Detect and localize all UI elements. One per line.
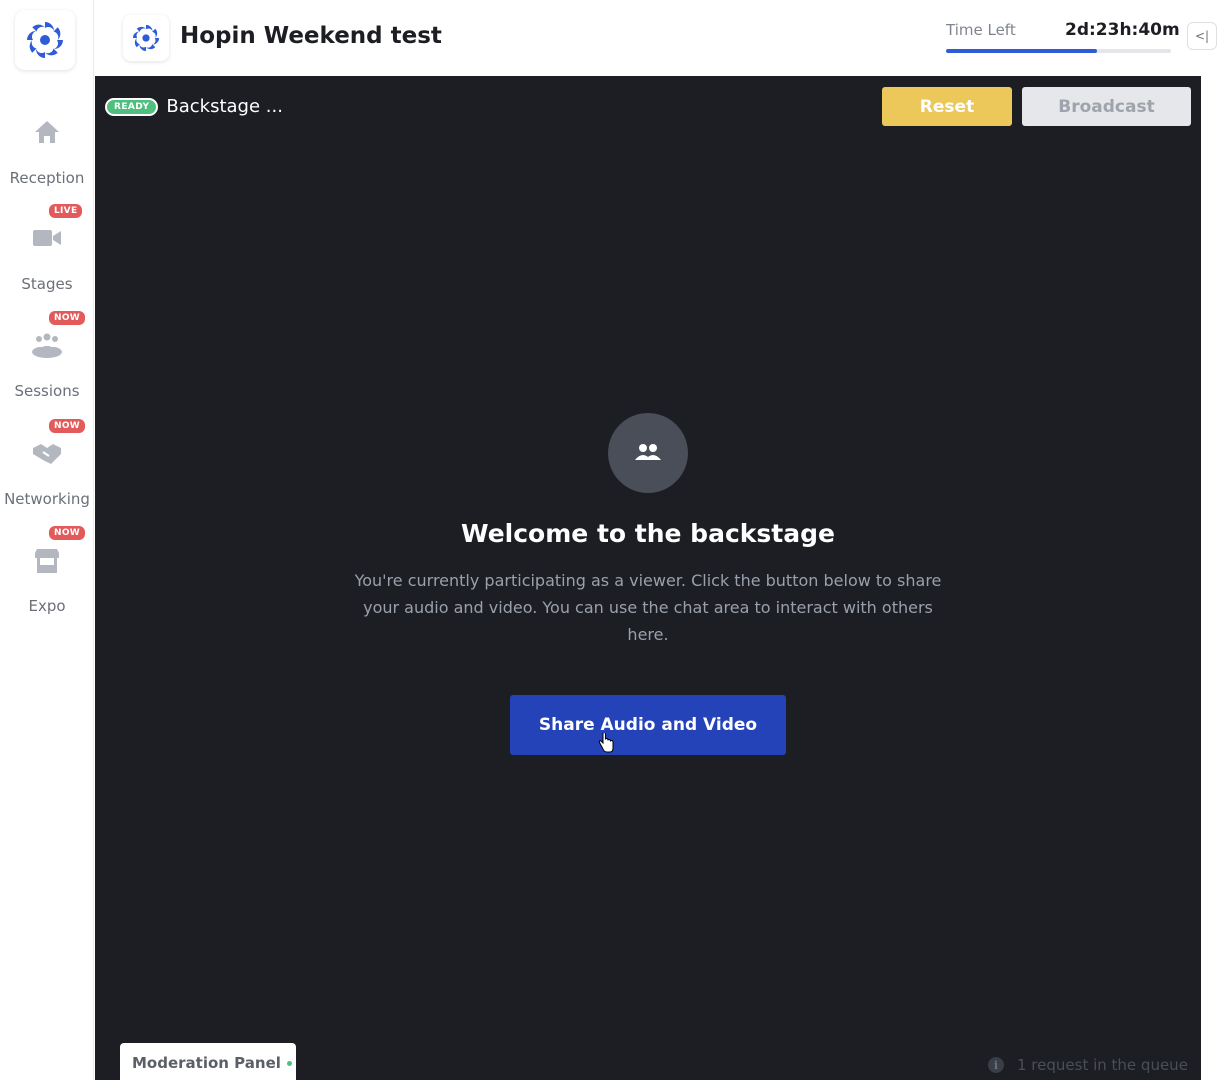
status-dot <box>286 1060 292 1066</box>
handshake-icon: NOW <box>27 417 88 473</box>
event-logo-icon <box>123 15 169 61</box>
welcome-title: Welcome to the backstage <box>461 519 835 548</box>
welcome-description: You're currently participating as a view… <box>354 571 942 644</box>
right-panel-edge <box>1201 76 1218 1080</box>
live-badge: LIVE <box>47 202 85 220</box>
sidebar-item-label: Sessions <box>14 382 80 400</box>
people-group-icon: NOW <box>27 309 88 365</box>
video-camera-icon: LIVE <box>27 202 85 258</box>
sidebar-item-expo[interactable]: NOW Expo <box>0 524 94 615</box>
share-audio-video-button[interactable]: Share Audio and Video <box>510 695 786 755</box>
now-badge: NOW <box>47 417 88 435</box>
hand-cursor-icon <box>598 731 614 758</box>
time-progress-fill <box>946 49 1097 53</box>
booth-icon: NOW <box>27 524 88 580</box>
reset-button[interactable]: Reset <box>882 87 1012 126</box>
sidebar: Reception LIVE Stages NOW Sessions NOW N… <box>0 0 94 1080</box>
sidebar-item-label: Expo <box>28 597 66 615</box>
event-header: Hopin Weekend test Time Left 2d:23h:40m … <box>95 0 1218 76</box>
moderation-panel-tab[interactable]: Moderation Panel <box>120 1043 296 1080</box>
sidebar-item-reception[interactable]: Reception <box>0 112 94 187</box>
ready-badge: READY <box>105 97 159 116</box>
sidebar-item-label: Networking <box>4 490 90 508</box>
sidebar-item-stages[interactable]: LIVE Stages <box>0 202 94 293</box>
sidebar-item-label: Stages <box>21 275 73 293</box>
sidebar-item-label: Reception <box>9 169 85 187</box>
stage-status: READY Backstage ... <box>105 96 283 117</box>
now-badge: NOW <box>47 309 88 327</box>
queue-text: 1 request in the queue <box>1017 1056 1188 1074</box>
time-left-label: Time Left <box>946 21 1016 39</box>
queue-status: i 1 request in the queue <box>988 1056 1188 1074</box>
sidebar-item-networking[interactable]: NOW Networking <box>0 417 94 508</box>
collapse-panel-button[interactable]: <| <box>1187 22 1217 50</box>
chevron-left-icon: <| <box>1194 29 1210 43</box>
backstage-area: READY Backstage ... Reset Broadcast Welc… <box>95 76 1201 1080</box>
info-icon: i <box>988 1057 1004 1073</box>
event-title: Hopin Weekend test <box>180 23 442 49</box>
hopin-logo-icon[interactable] <box>15 10 75 70</box>
stage-name: Backstage ... <box>166 96 283 117</box>
time-left-value: 2d:23h:40m <box>1065 20 1180 40</box>
people-icon <box>608 413 688 493</box>
moderation-panel-label: Moderation Panel <box>132 1054 281 1072</box>
time-progress-bar <box>946 49 1171 53</box>
sidebar-item-sessions[interactable]: NOW Sessions <box>0 309 94 400</box>
home-icon <box>27 112 67 152</box>
broadcast-button[interactable]: Broadcast <box>1022 87 1191 126</box>
now-badge: NOW <box>47 524 88 542</box>
